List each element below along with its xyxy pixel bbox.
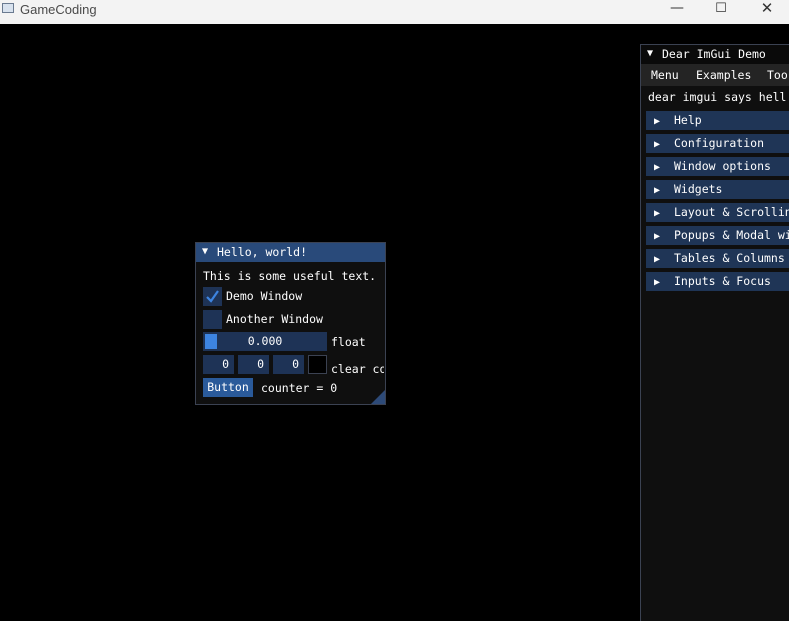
expand-arrow-icon: ▶ bbox=[654, 139, 661, 150]
menu-item-tools[interactable]: Too bbox=[767, 67, 788, 83]
useful-text: This is some useful text. bbox=[203, 269, 377, 283]
expand-arrow-icon: ▶ bbox=[654, 231, 661, 242]
header-inputs-focus[interactable]: ▶ Inputs & Focus bbox=[646, 272, 789, 291]
header-label: Inputs & Focus bbox=[674, 274, 771, 288]
color-swatch[interactable] bbox=[308, 355, 327, 374]
demo-title-bar[interactable]: ▼ Dear ImGui Demo bbox=[641, 45, 789, 64]
minimize-button[interactable]: — bbox=[654, 0, 700, 24]
expand-arrow-icon: ▶ bbox=[654, 208, 661, 219]
header-tables-columns[interactable]: ▶ Tables & Columns bbox=[646, 249, 789, 268]
header-label: Layout & Scrollin bbox=[674, 205, 789, 219]
header-help[interactable]: ▶ Help bbox=[646, 111, 789, 130]
close-button[interactable]: ✕ bbox=[744, 0, 789, 24]
hello-title-bar[interactable]: ▼ Hello, world! bbox=[196, 243, 385, 262]
header-label: Window options bbox=[674, 159, 771, 173]
color-g-input[interactable]: 0 bbox=[238, 355, 269, 374]
checkmark-icon bbox=[206, 290, 219, 303]
os-title-bar: GameCoding — ☐ ✕ bbox=[0, 0, 789, 24]
header-widgets[interactable]: ▶ Widgets bbox=[646, 180, 789, 199]
expand-arrow-icon: ▶ bbox=[654, 254, 661, 265]
demo-intro-text: dear imgui says hell bbox=[648, 90, 787, 104]
slider-grab[interactable] bbox=[205, 334, 217, 349]
expand-arrow-icon: ▶ bbox=[654, 162, 661, 173]
header-label: Popups & Modal wi bbox=[674, 228, 789, 242]
header-window-options[interactable]: ▶ Window options bbox=[646, 157, 789, 176]
slider-value: 0.000 bbox=[247, 334, 283, 348]
color-r-input[interactable]: 0 bbox=[203, 355, 234, 374]
demo-window-checkbox[interactable] bbox=[203, 287, 222, 306]
hello-button[interactable]: Button bbox=[203, 378, 253, 397]
counter-text: counter = 0 bbox=[261, 381, 338, 395]
header-label: Tables & Columns bbox=[674, 251, 785, 265]
expand-arrow-icon: ▶ bbox=[654, 116, 661, 127]
expand-arrow-icon: ▶ bbox=[654, 277, 661, 288]
app-title: GameCoding bbox=[20, 2, 97, 17]
hello-window-title: Hello, world! bbox=[217, 245, 308, 259]
maximize-button[interactable]: ☐ bbox=[698, 0, 744, 24]
color-edit-label-wrap: clear co bbox=[331, 358, 384, 377]
header-label: Widgets bbox=[674, 182, 723, 196]
header-layout-scrolling[interactable]: ▶ Layout & Scrollin bbox=[646, 203, 789, 222]
header-popups-modal[interactable]: ▶ Popups & Modal wi bbox=[646, 226, 789, 245]
another-window-checkbox[interactable] bbox=[203, 310, 222, 329]
header-label: Configuration bbox=[674, 136, 765, 150]
float-slider[interactable]: 0.000 bbox=[203, 332, 327, 351]
slider-label: float bbox=[331, 335, 366, 349]
menu-item-examples[interactable]: Examples bbox=[696, 67, 751, 83]
header-configuration[interactable]: ▶ Configuration bbox=[646, 134, 789, 153]
header-label: Help bbox=[674, 113, 702, 127]
another-window-label: Another Window bbox=[226, 312, 323, 326]
demo-window-label: Demo Window bbox=[226, 289, 303, 303]
menu-item-menu[interactable]: Menu bbox=[651, 67, 679, 83]
demo-menu-bar: Menu Examples Too bbox=[641, 64, 789, 86]
color-b-input[interactable]: 0 bbox=[273, 355, 304, 374]
expand-arrow-icon: ▶ bbox=[654, 185, 661, 196]
demo-window[interactable]: ▼ Dear ImGui Demo Menu Examples Too dear… bbox=[640, 44, 789, 621]
demo-window-title: Dear ImGui Demo bbox=[662, 47, 766, 61]
collapse-arrow-icon[interactable]: ▼ bbox=[202, 245, 208, 259]
app-icon bbox=[2, 3, 14, 13]
resize-grip[interactable] bbox=[371, 390, 385, 404]
collapse-arrow-icon[interactable]: ▼ bbox=[647, 47, 653, 61]
color-edit-label: clear co bbox=[331, 362, 384, 376]
